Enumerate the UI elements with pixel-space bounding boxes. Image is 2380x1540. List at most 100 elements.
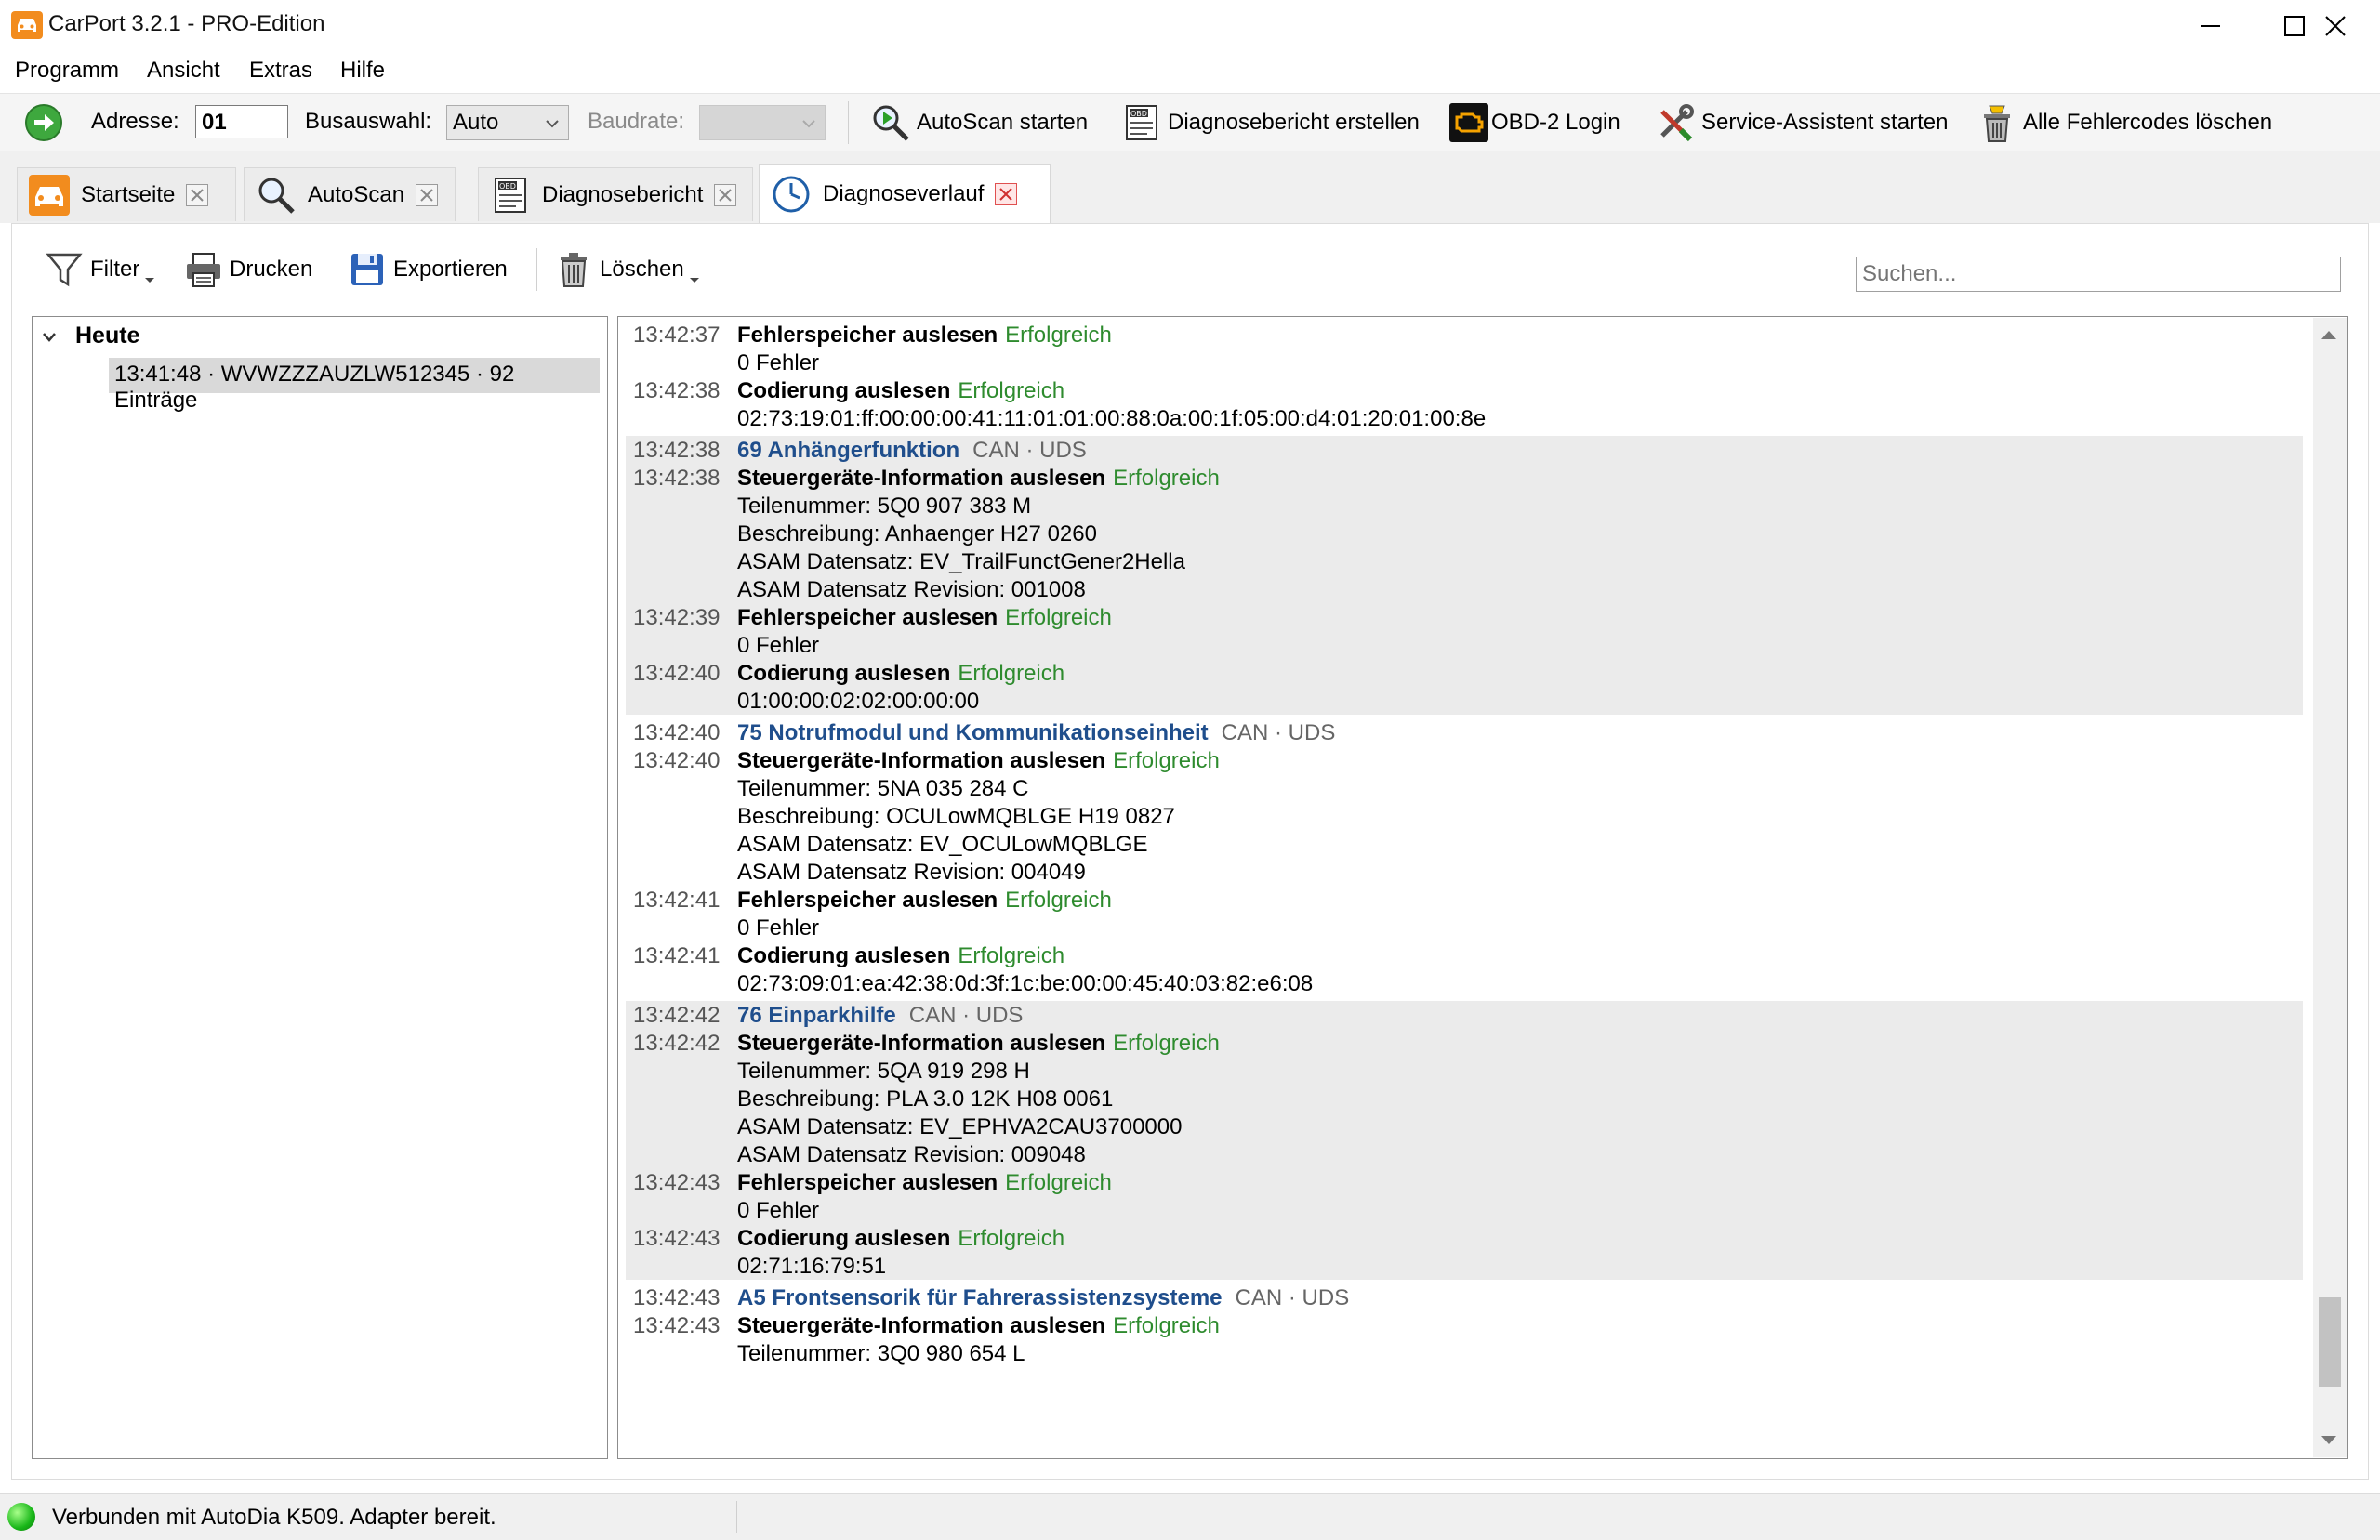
log-line: Beschreibung: Anhaenger H27 0260 bbox=[626, 520, 2303, 547]
status-success: Erfolgreich bbox=[1005, 888, 1112, 913]
menu-ansicht[interactable]: Ansicht bbox=[147, 58, 220, 84]
filter-button[interactable]: Filter bbox=[46, 248, 155, 291]
tab-diagnosebericht-label: Diagnosebericht bbox=[542, 181, 704, 207]
log-detail: 0 Fehler bbox=[737, 350, 820, 375]
tab-diagnoseverlauf[interactable]: Diagnoseverlauf bbox=[759, 164, 1051, 223]
print-button[interactable]: Drucken bbox=[185, 248, 312, 291]
log-detail: ASAM Datensatz: EV_OCULowMQBLGE bbox=[737, 832, 1148, 857]
log-scrollbar[interactable] bbox=[2313, 318, 2347, 1457]
log-line: 13:42:42 76 Einparkhilfe CAN · UDS bbox=[626, 1001, 2303, 1029]
log-timestamp: 13:42:40 bbox=[633, 748, 721, 773]
action-title: Fehlerspeicher auslesen bbox=[737, 888, 998, 913]
scroll-up-icon[interactable] bbox=[2321, 331, 2336, 339]
log-detail: ASAM Datensatz: EV_TrailFunctGener2Hella bbox=[737, 549, 1185, 574]
chevron-down-icon[interactable] bbox=[42, 322, 56, 349]
minimize-button[interactable] bbox=[2170, 0, 2254, 52]
log-timestamp: 13:42:43 bbox=[633, 1285, 721, 1310]
trash-warning-icon bbox=[1977, 102, 2017, 143]
menu-hilfe[interactable]: Hilfe bbox=[340, 58, 385, 84]
menu-extras[interactable]: Extras bbox=[249, 58, 312, 84]
protocol-label: CAN · UDS bbox=[1221, 720, 1336, 745]
log-detail: 0 Fehler bbox=[737, 633, 820, 658]
tab-diagnosebericht[interactable]: OBD Diagnosebericht bbox=[478, 167, 753, 221]
log-action: Codierung auslesen Erfolgreich bbox=[737, 378, 1064, 404]
baud-select[interactable] bbox=[699, 105, 826, 140]
log-action: Codierung auslesen Erfolgreich bbox=[737, 943, 1064, 969]
go-arrow-button[interactable] bbox=[24, 103, 63, 142]
create-report-button[interactable]: OBD Diagnosebericht erstellen bbox=[1121, 101, 1420, 144]
tree-node-session[interactable]: 13:41:48 · WVWZZZAUZLW512345 · 92 Einträ… bbox=[109, 358, 600, 413]
autoscan-start-button[interactable]: AutoScan starten bbox=[870, 101, 1088, 144]
log-detail: Beschreibung: Anhaenger H27 0260 bbox=[737, 521, 1097, 546]
scroll-thumb[interactable] bbox=[2319, 1297, 2341, 1387]
protocol-label: CAN · UDS bbox=[972, 438, 1087, 463]
funnel-icon bbox=[46, 251, 83, 288]
service-assistant-label: Service-Assistent starten bbox=[1701, 110, 1949, 135]
log-detail: Teilenummer: 5NA 035 284 C bbox=[737, 776, 1029, 801]
close-icon[interactable] bbox=[714, 183, 737, 206]
status-success: Erfolgreich bbox=[1113, 466, 1220, 491]
bus-select[interactable]: Auto bbox=[446, 105, 569, 140]
tab-autoscan[interactable]: AutoScan bbox=[244, 167, 456, 221]
window-title: CarPort 3.2.1 - PRO-Edition bbox=[48, 11, 325, 36]
wrench-screwdriver-icon bbox=[1655, 102, 1696, 143]
log-timestamp: 13:42:42 bbox=[633, 1003, 721, 1028]
status-success: Erfolgreich bbox=[1005, 322, 1112, 348]
close-icon[interactable] bbox=[995, 182, 1018, 205]
status-bar: Verbunden mit AutoDia K509. Adapter bere… bbox=[0, 1493, 2380, 1540]
log-line: 13:42:43 Fehlerspeicher auslesen Erfolgrei… bbox=[626, 1168, 2303, 1196]
obd-report-icon: OBD bbox=[490, 175, 531, 216]
log-line: 13:42:37 Fehlerspeicher auslesen Erfolgrei… bbox=[626, 321, 2303, 349]
log-timestamp: 13:42:40 bbox=[633, 661, 721, 686]
search-input[interactable] bbox=[1856, 257, 2341, 292]
trash-icon bbox=[555, 251, 592, 288]
log-line: 13:42:38 Steuergeräte-Information auslese… bbox=[626, 464, 2303, 492]
log-group: 13:42:40 75 Notrufmodul und Kommunikation… bbox=[626, 718, 2303, 997]
chevron-down-icon bbox=[802, 120, 815, 128]
close-icon[interactable] bbox=[186, 183, 209, 206]
address-input[interactable]: 01 bbox=[195, 105, 288, 138]
log-group: 13:42:37 Fehlerspeicher auslesen Erfolgrei… bbox=[626, 321, 2303, 432]
status-separator bbox=[736, 1501, 737, 1533]
tree-node-today[interactable]: Heute bbox=[42, 322, 139, 349]
log-module-header: 69 Anhängerfunktion CAN · UDS bbox=[737, 438, 1087, 464]
action-title: Steuergeräte-Information auslesen bbox=[737, 748, 1106, 773]
log-line: ASAM Datensatz: EV_EPHVA2CAU3700000 bbox=[626, 1112, 2303, 1140]
session-tree: Heute 13:41:48 · WVWZZZAUZLW512345 · 92 … bbox=[32, 316, 608, 1459]
obd-login-label: OBD-2 Login bbox=[1491, 110, 1620, 135]
tab-startseite[interactable]: Startseite bbox=[17, 167, 236, 221]
bus-label: Busauswahl: bbox=[305, 109, 432, 134]
log-timestamp: 13:42:40 bbox=[633, 720, 721, 745]
action-title: Steuergeräte-Information auslesen bbox=[737, 1313, 1106, 1338]
service-assistant-button[interactable]: Service-Assistent starten bbox=[1655, 101, 1948, 144]
scroll-down-icon[interactable] bbox=[2321, 1436, 2336, 1444]
menu-programm[interactable]: Programm bbox=[15, 58, 119, 84]
log-timestamp: 13:42:41 bbox=[633, 943, 721, 968]
status-success: Erfolgreich bbox=[1113, 748, 1220, 773]
log-detail: Teilenummer: 5Q0 907 383 M bbox=[737, 494, 1032, 519]
log-line: Teilenummer: 5NA 035 284 C bbox=[626, 774, 2303, 802]
log-detail: 0 Fehler bbox=[737, 915, 820, 941]
delete-button[interactable]: Löschen bbox=[555, 248, 699, 291]
autoscan-start-label: AutoScan starten bbox=[917, 110, 1089, 135]
engine-warning-icon bbox=[1448, 102, 1489, 143]
close-window-button[interactable] bbox=[2294, 0, 2380, 52]
dropdown-caret-icon bbox=[145, 277, 155, 283]
clear-codes-button[interactable]: Alle Fehlercodes löschen bbox=[1977, 101, 2272, 144]
log-line: 02:71:16:79:51 bbox=[626, 1252, 2303, 1280]
action-title: Steuergeräte-Information auslesen bbox=[737, 466, 1106, 491]
obd-login-button[interactable]: OBD-2 Login bbox=[1448, 101, 1620, 144]
status-success: Erfolgreich bbox=[958, 378, 1065, 403]
close-icon[interactable] bbox=[416, 183, 439, 206]
log-timestamp: 13:42:43 bbox=[633, 1226, 721, 1251]
log-timestamp: 13:42:39 bbox=[633, 605, 721, 630]
log-line: 13:42:40 Steuergeräte-Information auslese… bbox=[626, 746, 2303, 774]
log-timestamp: 13:42:41 bbox=[633, 888, 721, 913]
log-timestamp: 13:42:38 bbox=[633, 466, 721, 491]
action-title: Fehlerspeicher auslesen bbox=[737, 1170, 998, 1195]
log-timestamp: 13:42:38 bbox=[633, 378, 721, 403]
log-line: 0 Fehler bbox=[626, 631, 2303, 659]
log-line: 13:42:39 Fehlerspeicher auslesen Erfolgrei… bbox=[626, 603, 2303, 631]
tab-diagnoseverlauf-label: Diagnoseverlauf bbox=[823, 180, 985, 206]
export-button[interactable]: Exportieren bbox=[349, 248, 508, 291]
